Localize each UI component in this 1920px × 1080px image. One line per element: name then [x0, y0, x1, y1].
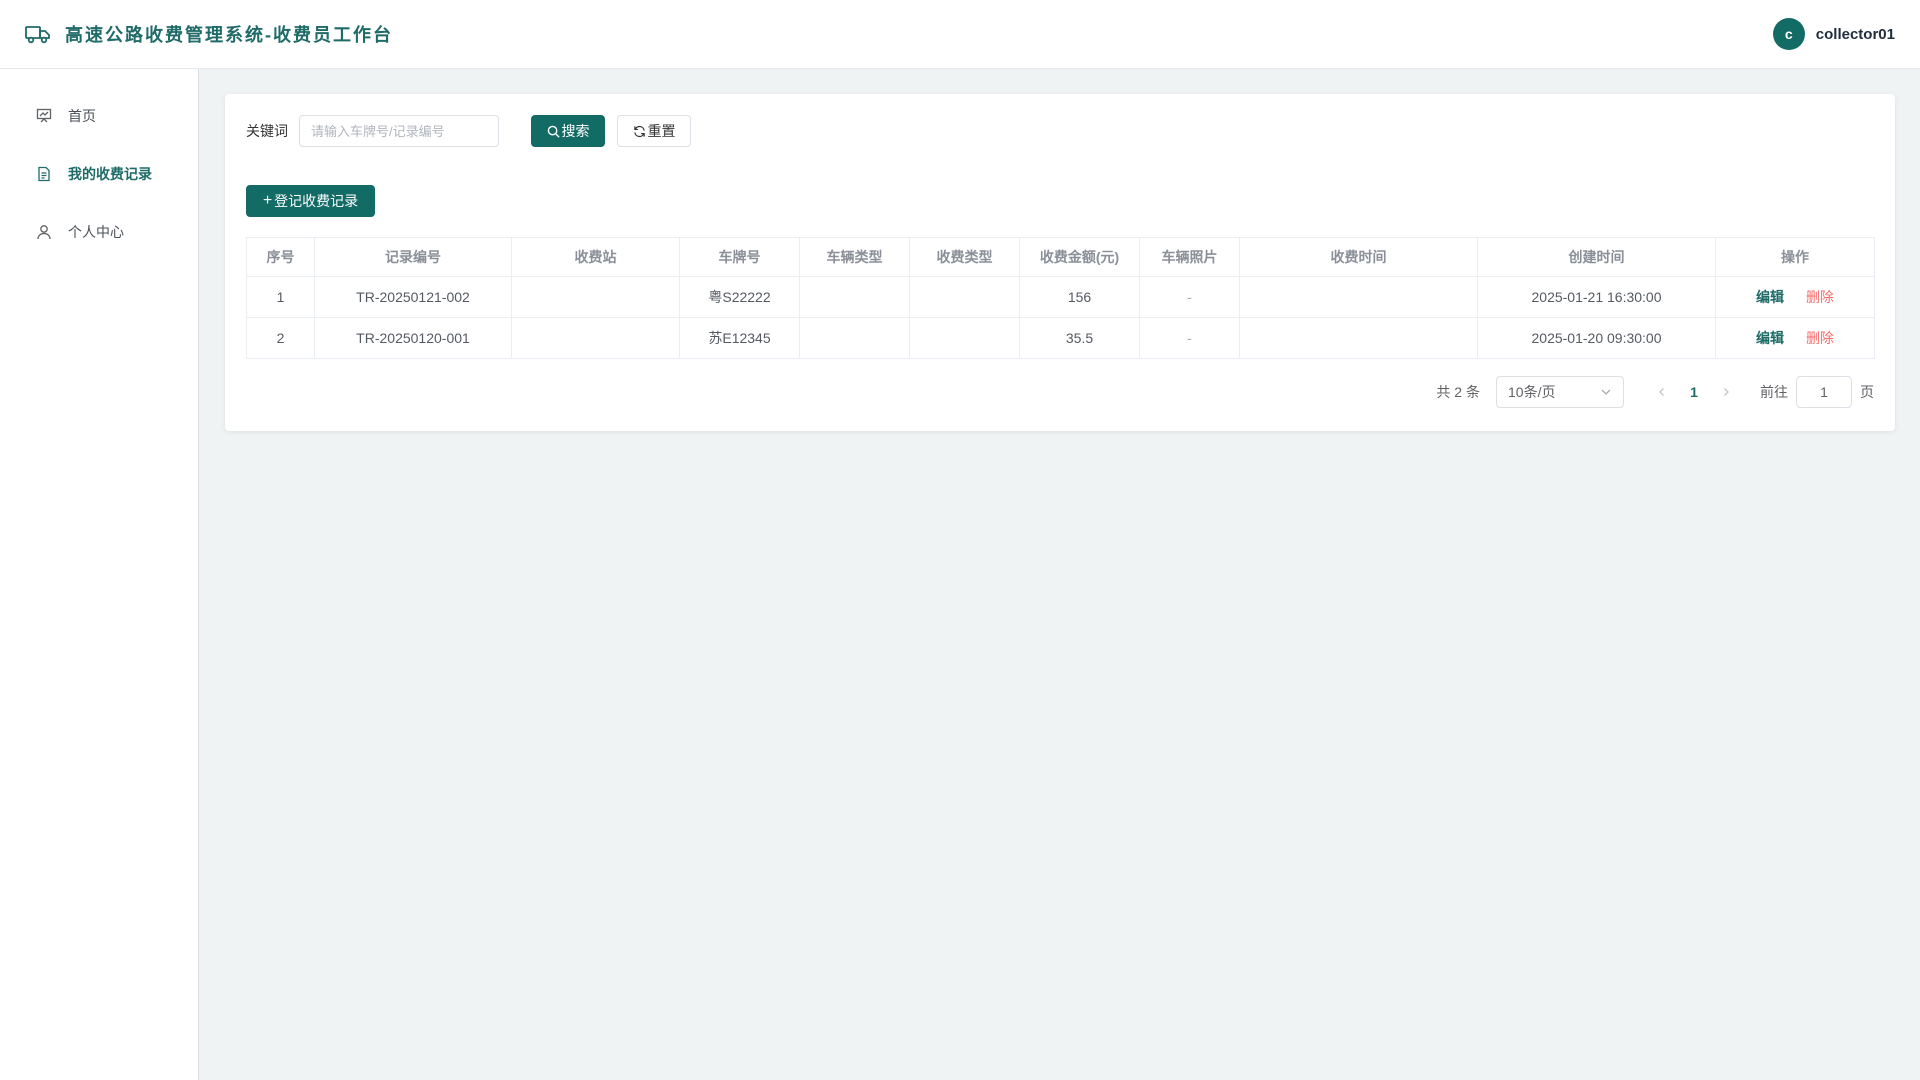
- prev-page-button[interactable]: [1646, 376, 1678, 408]
- user-icon: [35, 223, 53, 241]
- cell-index: 2: [246, 317, 315, 359]
- cell-fee-time: [1239, 317, 1478, 359]
- refresh-icon: [633, 125, 645, 137]
- cell-vehicle-type: [799, 276, 910, 318]
- sidebar-menu: 首页 我的收费记录 个人中心: [0, 87, 199, 261]
- keyword-input[interactable]: [299, 115, 499, 147]
- cell-fee-time: [1239, 276, 1478, 318]
- cell-plate: 苏E12345: [679, 317, 800, 359]
- cell-plate: 粤S22222: [679, 276, 800, 318]
- goto-page-input[interactable]: [1796, 376, 1852, 408]
- search-button-label: 搜索: [561, 123, 590, 139]
- dashboard-icon: [35, 107, 53, 125]
- page-unit-label: 页: [1860, 384, 1874, 400]
- cell-index: 1: [246, 276, 315, 318]
- edit-button[interactable]: 编辑: [1756, 289, 1784, 305]
- cell-record-no: TR-20250121-002: [314, 276, 512, 318]
- cell-actions: 编辑 删除: [1715, 317, 1875, 359]
- delete-button[interactable]: 删除: [1806, 330, 1834, 346]
- column-header: 车辆照片: [1139, 237, 1240, 277]
- column-header: 操作: [1715, 237, 1875, 277]
- cell-station: [511, 276, 680, 318]
- add-record-label: 登记收费记录: [274, 193, 359, 209]
- column-header: 序号: [246, 237, 315, 277]
- next-page-button[interactable]: [1710, 376, 1742, 408]
- cell-photo: -: [1139, 276, 1240, 318]
- chevron-right-icon: [1724, 388, 1729, 396]
- cell-amount: 156: [1019, 276, 1140, 318]
- table-row: 2 TR-20250120-001 苏E12345 35.5 - 2025-01…: [246, 317, 1875, 359]
- column-header: 收费站: [511, 237, 680, 277]
- table-row: 1 TR-20250121-002 粤S22222 156 - 2025-01-…: [246, 276, 1875, 318]
- plus-icon: +: [262, 192, 273, 209]
- keyword-label: 关键词: [246, 123, 288, 139]
- page-size-value: 10条/页: [1508, 384, 1556, 400]
- sidebar-item-profile[interactable]: 个人中心: [0, 203, 199, 261]
- avatar[interactable]: c: [1772, 18, 1805, 50]
- reset-button[interactable]: 重置: [617, 115, 691, 147]
- cell-fee-type: [909, 276, 1020, 318]
- column-header: 车牌号: [679, 237, 800, 277]
- delete-button[interactable]: 删除: [1806, 289, 1834, 305]
- reset-button-label: 重置: [647, 123, 676, 139]
- cell-record-no: TR-20250120-001: [314, 317, 512, 359]
- sidebar-item-label: 个人中心: [68, 224, 124, 240]
- add-record-button[interactable]: + 登记收费记录: [246, 185, 375, 217]
- username[interactable]: collector01: [1816, 26, 1895, 43]
- search-icon: [547, 125, 560, 138]
- page-number-current[interactable]: 1: [1678, 384, 1710, 400]
- pagination: 共 2 条 10条/页 1 前往 页: [1436, 376, 1874, 408]
- column-header: 收费金额(元): [1019, 237, 1140, 277]
- sidebar-item-label: 首页: [68, 108, 96, 124]
- cell-actions: 编辑 删除: [1715, 276, 1875, 318]
- top-header: 高速公路收费管理系统-收费员工作台 c collector01: [0, 0, 1920, 69]
- column-header: 收费类型: [909, 237, 1020, 277]
- app-title: 高速公路收费管理系统-收费员工作台: [65, 25, 393, 45]
- truck-icon: [25, 23, 53, 45]
- records-table: 序号 记录编号 收费站 车牌号 车辆类型 收费类型 收费金额(元) 车辆照片 收…: [246, 237, 1875, 359]
- cell-station: [511, 317, 680, 359]
- document-icon: [35, 165, 53, 183]
- cell-created: 2025-01-20 09:30:00: [1477, 317, 1716, 359]
- column-header: 车辆类型: [799, 237, 910, 277]
- cell-fee-type: [909, 317, 1020, 359]
- cell-photo: -: [1139, 317, 1240, 359]
- cell-amount: 35.5: [1019, 317, 1140, 359]
- user-menu[interactable]: c collector01: [1772, 18, 1895, 50]
- column-header: 收费时间: [1239, 237, 1478, 277]
- page-size-select[interactable]: 10条/页: [1496, 376, 1624, 408]
- search-bar: 关键词 搜索 重置: [246, 115, 691, 147]
- sidebar-item-home[interactable]: 首页: [0, 87, 199, 145]
- column-header: 记录编号: [314, 237, 512, 277]
- edit-button[interactable]: 编辑: [1756, 330, 1784, 346]
- chevron-left-icon: [1659, 388, 1664, 396]
- cell-created: 2025-01-21 16:30:00: [1477, 276, 1716, 318]
- records-card: 关键词 搜索 重置 + 登记收费记录 序号 记录编号: [225, 94, 1895, 431]
- table-header-row: 序号 记录编号 收费站 车牌号 车辆类型 收费类型 收费金额(元) 车辆照片 收…: [246, 237, 1875, 277]
- column-header: 创建时间: [1477, 237, 1716, 277]
- chevron-down-icon: [1601, 389, 1611, 395]
- brand: 高速公路收费管理系统-收费员工作台: [25, 21, 393, 47]
- total-count: 共 2 条: [1436, 384, 1480, 400]
- sidebar-item-label: 我的收费记录: [68, 166, 152, 182]
- cell-vehicle-type: [799, 317, 910, 359]
- sidebar-item-my-records[interactable]: 我的收费记录: [0, 145, 199, 203]
- goto-label: 前往: [1760, 384, 1788, 400]
- search-button[interactable]: 搜索: [531, 115, 605, 147]
